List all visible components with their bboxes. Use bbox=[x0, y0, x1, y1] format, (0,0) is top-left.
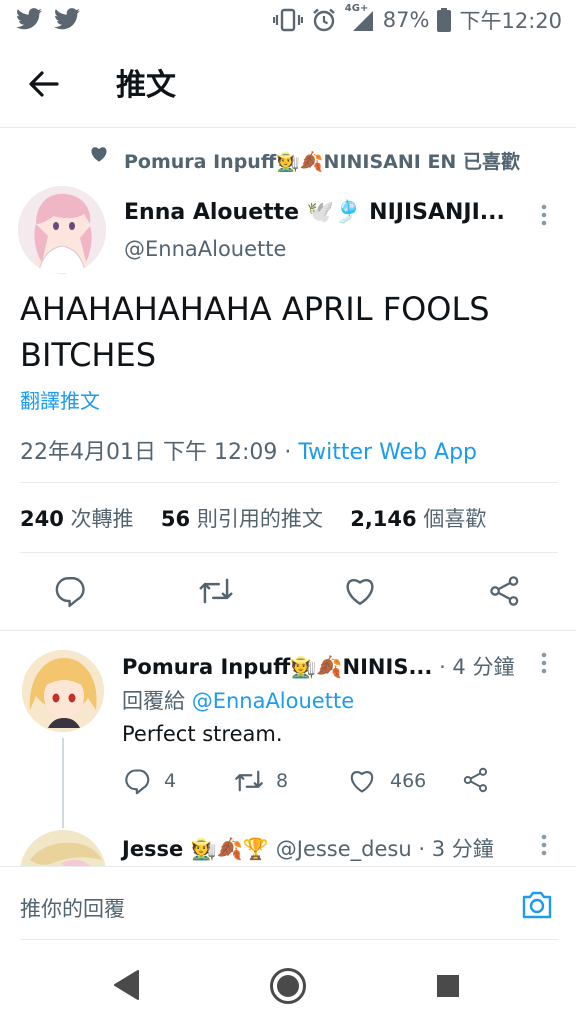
square-recents-icon bbox=[437, 975, 459, 997]
reply-avatar[interactable] bbox=[22, 650, 104, 732]
tweet-timestamp: 22年4月01日 下午 12:09 · bbox=[20, 440, 299, 465]
retweets-label: 次轉推 bbox=[63, 507, 134, 531]
reply-time: · 3 分鐘 bbox=[411, 837, 494, 861]
battery-percent: 87% bbox=[382, 8, 430, 32]
quotes-stat[interactable]: 56 則引用的推文 bbox=[161, 507, 323, 531]
back-arrow-icon bbox=[29, 71, 59, 97]
like-button[interactable] bbox=[343, 574, 377, 608]
reply-composer: 推你的回覆 bbox=[0, 866, 576, 940]
signal-icon: 4G+ bbox=[345, 3, 375, 33]
tweet-source[interactable]: Twitter Web App bbox=[298, 440, 477, 465]
nav-back-button[interactable] bbox=[112, 968, 142, 1002]
twitter-notification-icon bbox=[54, 8, 80, 30]
back-button[interactable] bbox=[26, 66, 66, 102]
likes-stat[interactable]: 2,146 個喜歡 bbox=[350, 507, 486, 531]
clock: 下午12:20 bbox=[459, 9, 562, 33]
triangle-back-icon bbox=[114, 970, 139, 1000]
reply-author-name[interactable]: Jesse 🧑‍🌾🍂🏆 bbox=[122, 837, 269, 861]
heart-filled-icon bbox=[90, 146, 108, 162]
reply-more-button[interactable] bbox=[534, 650, 554, 676]
circle-home-icon bbox=[270, 968, 306, 1004]
reply-to-label: 回覆給 bbox=[122, 689, 192, 713]
reply-more-button[interactable] bbox=[534, 832, 554, 858]
quotes-count: 56 bbox=[160, 507, 191, 531]
divider bbox=[20, 939, 558, 940]
reply-like-button[interactable]: 466 bbox=[348, 766, 426, 796]
nav-home-button[interactable] bbox=[268, 966, 308, 1006]
camera-icon bbox=[522, 891, 552, 919]
translate-link[interactable]: 翻譯推文 bbox=[20, 385, 100, 414]
tweet-stats: 240 次轉推 56 則引用的推文 2,146 個喜歡 bbox=[20, 503, 486, 533]
thread-line bbox=[62, 738, 64, 828]
author-handle[interactable]: @EnnaAlouette bbox=[124, 237, 286, 261]
reply-icon bbox=[125, 769, 150, 795]
tweet-meta: 22年4月01日 下午 12:09 · Twitter Web App bbox=[20, 434, 477, 466]
vibrate-icon bbox=[272, 8, 303, 32]
more-vertical-icon bbox=[541, 652, 547, 674]
system-nav-bar bbox=[0, 942, 576, 1024]
reply-to-line: 回覆給 @EnnaAlouette bbox=[122, 685, 354, 715]
battery-icon bbox=[437, 8, 452, 32]
reply-reply-button[interactable]: 4 bbox=[124, 766, 176, 796]
reply-to-handle[interactable]: @EnnaAlouette bbox=[192, 689, 354, 713]
page-title: 推文 bbox=[116, 68, 176, 103]
twitter-notification-icon bbox=[16, 8, 42, 30]
reply-input[interactable]: 推你的回覆 bbox=[20, 893, 125, 923]
nav-recents-button[interactable] bbox=[436, 974, 460, 998]
share-icon bbox=[463, 767, 488, 793]
retweet-icon bbox=[199, 578, 233, 604]
top-bar: 推文 bbox=[0, 40, 576, 128]
divider bbox=[20, 552, 558, 553]
alarm-icon bbox=[311, 7, 337, 33]
liked-by-text[interactable]: Pomura Inpuff🧑‍🌾🍂NINISANI EN 已喜歡 bbox=[124, 147, 520, 174]
reply-header: Pomura Inpuff🧑‍🌾🍂NINIS... · 4 分鐘 bbox=[122, 651, 514, 681]
reply-author-name[interactable]: Pomura Inpuff🧑‍🌾🍂NINIS... bbox=[122, 655, 432, 679]
retweet-icon bbox=[235, 770, 263, 792]
more-options-button[interactable] bbox=[534, 202, 554, 228]
reply-time: · 4 分鐘 bbox=[432, 655, 515, 679]
author-avatar[interactable] bbox=[18, 186, 106, 274]
divider bbox=[20, 482, 558, 483]
reply-share-button[interactable] bbox=[462, 766, 490, 794]
likes-label: 個喜歡 bbox=[416, 507, 487, 531]
reply-retweet-count: 8 bbox=[276, 770, 289, 792]
status-bar: 4G+ 87% 下午12:20 bbox=[0, 0, 576, 40]
author-name[interactable]: Enna Alouette 🕊️🎐 NIJISANJI... bbox=[124, 200, 505, 225]
reply-text: Perfect stream. bbox=[122, 722, 283, 746]
more-vertical-icon bbox=[541, 834, 547, 856]
retweets-count: 240 bbox=[20, 507, 64, 531]
likes-count: 2,146 bbox=[350, 507, 417, 531]
retweet-button[interactable] bbox=[198, 574, 234, 608]
divider bbox=[0, 630, 576, 631]
quotes-label: 則引用的推文 bbox=[190, 507, 323, 531]
reply-like-count: 466 bbox=[390, 770, 427, 792]
more-vertical-icon bbox=[541, 204, 547, 226]
reply-retweet-button[interactable]: 8 bbox=[234, 766, 288, 796]
tweet-text: AHAHAHAHAHA APRIL FOOLS BITCHES bbox=[20, 290, 490, 374]
heart-icon bbox=[350, 771, 374, 793]
heart-icon bbox=[346, 579, 374, 605]
retweets-stat[interactable]: 240 次轉推 bbox=[20, 507, 134, 531]
share-icon bbox=[490, 576, 519, 606]
share-button[interactable] bbox=[488, 574, 522, 608]
reply-reply-count: 4 bbox=[164, 770, 177, 792]
reply-header: Jesse 🧑‍🌾🍂🏆 @Jesse_desu · 3 分鐘 bbox=[122, 833, 494, 863]
reply-button[interactable] bbox=[54, 574, 88, 608]
reply-author-handle[interactable]: @Jesse_desu bbox=[276, 837, 412, 861]
camera-button[interactable] bbox=[520, 889, 554, 921]
reply-icon bbox=[55, 577, 85, 608]
